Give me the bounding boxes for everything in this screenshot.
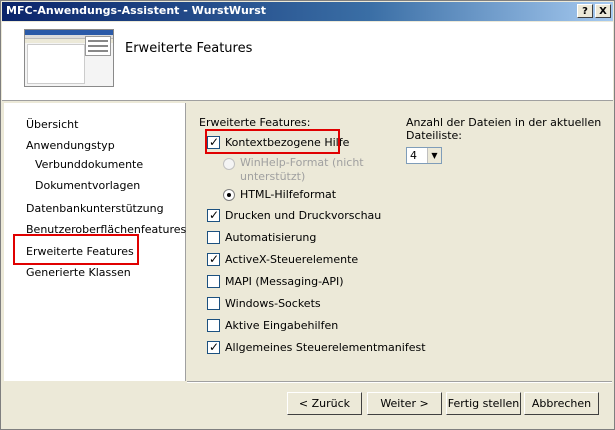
accessibility-label[interactable]: Aktive Eingabehilfen [225,319,338,332]
windows-sockets-checkbox[interactable] [207,297,220,310]
page-title: Erweiterte Features [125,41,253,56]
finish-button[interactable]: Fertig stellen [446,392,521,415]
cancel-button[interactable]: Abbrechen [524,392,599,415]
htmlhelp-radio[interactable] [223,189,235,201]
wizard-sidebar: Übersicht Anwendungstyp Verbunddokumente… [4,103,186,381]
activex-checkbox[interactable] [207,252,220,266]
sidebar-item-uebersicht[interactable]: Übersicht [26,118,78,131]
automation-label[interactable]: Automatisierung [225,231,316,244]
winhelp-radio[interactable] [223,158,235,170]
features-panel: Erweiterte Features: Kontextbezogene Hil… [187,103,612,381]
context-help-checkbox[interactable] [207,135,220,149]
close-button[interactable]: X [595,4,611,18]
recent-files-select[interactable]: 4 ▼ [406,147,442,164]
winhelp-label-line1: WinHelp-Format (nicht [240,156,364,169]
recent-files-label-line1: Anzahl der Dateien in der aktuellen [406,116,602,129]
common-control-manifest-checkbox[interactable] [207,340,220,354]
wizard-preview-image [24,29,114,87]
accessibility-checkbox[interactable] [207,319,220,332]
sidebar-item-verbunddokumente[interactable]: Verbunddokumente [35,158,143,171]
recent-files-label-line2: Dateiliste: [406,129,462,142]
help-button[interactable]: ? [577,4,593,18]
sidebar-item-anwendungstyp[interactable]: Anwendungstyp [26,139,115,152]
back-button[interactable]: < Zurück [287,392,362,415]
sidebar-item-dokumentvorlagen[interactable]: Dokumentvorlagen [35,179,140,192]
header-band: Erweiterte Features [2,22,613,101]
next-button[interactable]: Weiter > [367,392,442,415]
sidebar-item-benutzeroberflaechenfeatures[interactable]: Benutzeroberflächenfeatures [26,223,186,236]
window-title: MFC-Anwendungs-Assistent - WurstWurst [6,4,267,17]
common-control-manifest-label[interactable]: Allgemeines Steuerelementmanifest [225,341,426,354]
sidebar-item-datenbankunterstuetzung[interactable]: Datenbankunterstützung [26,202,164,215]
features-group-label: Erweiterte Features: [199,116,311,129]
wizard-window: MFC-Anwendungs-Assistent - WurstWurst ? … [0,0,615,430]
print-preview-checkbox[interactable] [207,208,220,222]
activex-label[interactable]: ActiveX-Steuerelemente [225,253,358,266]
windows-sockets-label[interactable]: Windows-Sockets [225,297,321,310]
mapi-label[interactable]: MAPI (Messaging-API) [225,275,344,288]
winhelp-label-line2: unterstützt) [240,170,306,183]
automation-checkbox[interactable] [207,231,220,244]
mapi-checkbox[interactable] [207,275,220,288]
button-separator [187,381,612,383]
chevron-down-icon[interactable]: ▼ [427,148,441,163]
sidebar-item-generierte-klassen[interactable]: Generierte Klassen [26,266,131,279]
sidebar-item-erweiterte-features[interactable]: Erweiterte Features [26,245,134,258]
recent-files-value: 4 [410,149,417,162]
title-bar[interactable]: MFC-Anwendungs-Assistent - WurstWurst ? … [2,2,613,21]
context-help-label[interactable]: Kontextbezogene Hilfe [225,136,349,149]
print-preview-label[interactable]: Drucken und Druckvorschau [225,209,381,222]
htmlhelp-label[interactable]: HTML-Hilfeformat [240,188,336,201]
